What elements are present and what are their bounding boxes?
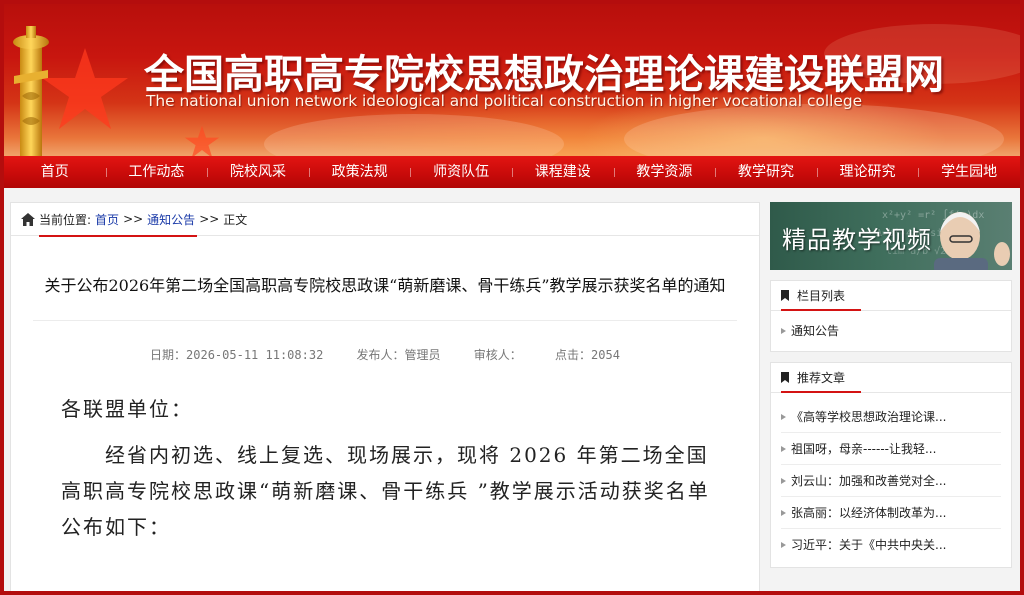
recommended-item[interactable]: 刘云山：加强和改善党对全... — [781, 465, 1001, 497]
breadcrumb-section-link[interactable]: 通知公告 — [147, 211, 195, 228]
column-list: 通知公告 — [771, 311, 1011, 351]
recommended-item[interactable]: 《高等学校思想政治理论课... — [781, 401, 1001, 433]
recommended-heading: 推荐文章 — [797, 371, 846, 385]
nav-item-resources[interactable]: 教学资源 — [613, 156, 716, 188]
star-small-icon — [184, 125, 220, 156]
nav-item-students[interactable]: 学生园地 — [918, 156, 1020, 188]
recommended-underline — [781, 391, 861, 393]
article-salutation: 各联盟单位： — [61, 397, 193, 421]
nav-item-teaching-research[interactable]: 教学研究 — [715, 156, 817, 188]
main-nav: 首页 工作动态 院校风采 政策法规 师资队伍 课程建设 教学资源 教学研究 理论… — [4, 156, 1020, 188]
nav-item-faculty[interactable]: 师资队伍 — [410, 156, 512, 188]
breadcrumb-separator: >> — [123, 212, 144, 226]
site-banner: 全国高职高专院校思想政治理论课建设联盟网 The national union … — [4, 4, 1020, 156]
nav-item-theory-research[interactable]: 理论研究 — [816, 156, 919, 188]
meta-date: 日期：2026-05-11 11:08:32 — [150, 348, 324, 362]
recommended-item[interactable]: 习近平：关于《中共中央关... — [781, 529, 1001, 561]
column-list-heading: 栏目列表 — [797, 289, 846, 303]
home-icon — [21, 212, 35, 226]
breadcrumb-underline — [39, 235, 197, 237]
recommended-header: 推荐文章 — [771, 363, 1011, 393]
nav-item-courses[interactable]: 课程建设 — [511, 156, 614, 188]
column-list-header: 栏目列表 — [771, 281, 1011, 311]
article-panel: 当前位置: 首页 >> 通知公告 >> 正文 关于公布2026年第二场全国高职高… — [10, 202, 760, 591]
meta-publisher: 发布人：管理员 — [356, 348, 441, 362]
breadcrumb-separator: >> — [199, 212, 220, 226]
recommended-box: 推荐文章 《高等学校思想政治理论课... 祖国呀，母亲------让我轻... … — [770, 362, 1012, 568]
meta-reviewer: 审核人： — [473, 348, 522, 362]
article-body: 各联盟单位： 经省内初选、线上复选、现场展示，现将 2026 年第二场全国高职高… — [11, 391, 759, 545]
nav-item-work-news[interactable]: 工作动态 — [105, 156, 208, 188]
nav-item-policies[interactable]: 政策法规 — [308, 156, 411, 188]
sidebar: x²+y² =r² ∫f(x)dx Δ=b²-4ac sinθ lim a/b … — [770, 202, 1016, 568]
breadcrumb-current: 正文 — [223, 212, 248, 227]
article-title: 关于公布2026年第二场全国高职高专院校思政课“萌新磨课、骨干练兵”教学展示获奖… — [44, 276, 726, 295]
meta-clicks: 点击：2054 — [555, 348, 620, 362]
huabiao-pillar-icon — [13, 26, 49, 156]
breadcrumb-home-link[interactable]: 首页 — [95, 211, 119, 228]
recommended-item[interactable]: 祖国呀，母亲------让我轻... — [781, 433, 1001, 465]
recommended-item[interactable]: 张高丽：以经济体制改革为... — [781, 497, 1001, 529]
bookmark-icon — [781, 372, 789, 383]
title-divider — [33, 320, 737, 321]
recommended-list: 《高等学校思想政治理论课... 祖国呀，母亲------让我轻... 刘云山：加… — [771, 393, 1011, 567]
page-frame: 全国高职高专院校思想政治理论课建设联盟网 The national union … — [4, 4, 1020, 591]
article-meta: 日期：2026-05-11 11:08:32 发布人：管理员 审核人： 点击：2… — [11, 346, 759, 363]
video-banner[interactable]: x²+y² =r² ∫f(x)dx Δ=b²-4ac sinθ lim a/b … — [770, 202, 1012, 270]
column-list-box: 栏目列表 通知公告 — [770, 280, 1012, 352]
breadcrumb-prefix: 当前位置: — [39, 212, 92, 227]
star-decoration-icon — [42, 48, 128, 129]
article-paragraph: 经省内初选、线上复选、现场展示，现将 2026 年第二场全国高职高专院校思政课“… — [61, 443, 710, 539]
bookmark-icon — [781, 290, 789, 301]
nav-item-home[interactable]: 首页 — [4, 156, 106, 188]
column-list-underline — [781, 309, 861, 311]
video-banner-label: 精品教学视频 — [782, 226, 932, 254]
column-list-item[interactable]: 通知公告 — [781, 315, 1001, 347]
nav-item-school-style[interactable]: 院校风采 — [207, 156, 309, 188]
breadcrumb: 当前位置: 首页 >> 通知公告 >> 正文 — [11, 203, 759, 237]
site-subtitle: The national union network ideological a… — [146, 92, 863, 110]
